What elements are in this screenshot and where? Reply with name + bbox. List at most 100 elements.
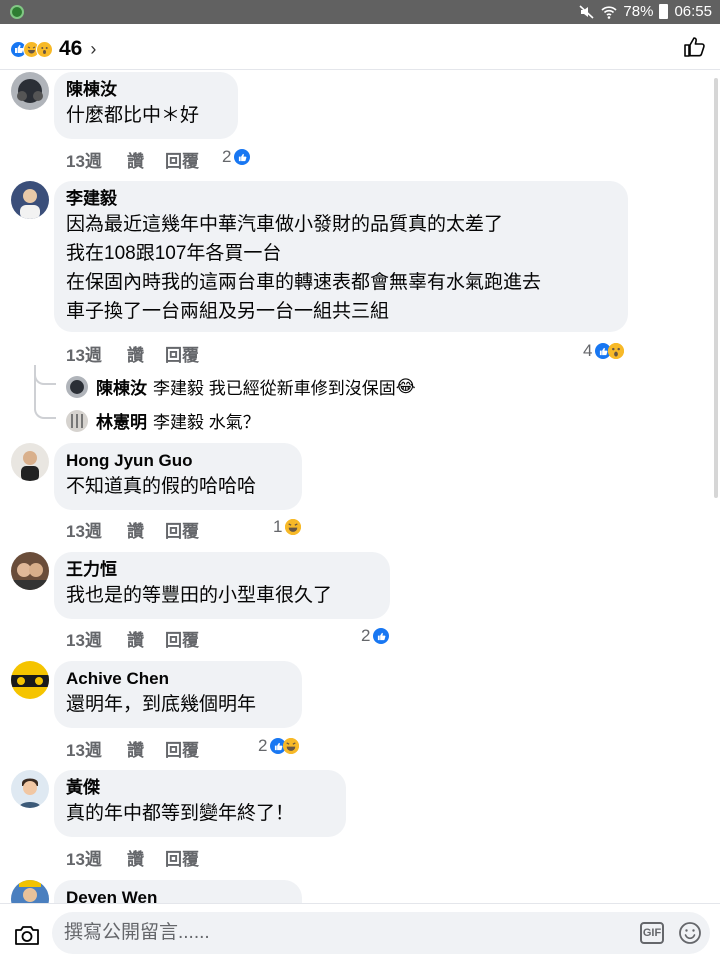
reply-author[interactable]: 林憲明 bbox=[96, 408, 147, 433]
comment-reaction-count[interactable]: 1 bbox=[273, 517, 302, 537]
reaction-number: 2 bbox=[222, 147, 232, 166]
comment-input-container: GIF bbox=[52, 912, 710, 954]
reaction-number: 4 bbox=[583, 341, 593, 360]
wow-reaction-icon bbox=[36, 40, 53, 58]
like-action[interactable]: 讚 bbox=[127, 845, 165, 870]
commenter-name[interactable]: 黃傑 bbox=[66, 777, 334, 799]
reply-text: 李建毅 我已經從新車修到沒保固 bbox=[153, 379, 396, 398]
comment-input[interactable] bbox=[64, 918, 624, 948]
comment-reaction-count[interactable]: 4 bbox=[583, 341, 625, 361]
comment-actions: 13週 讚 回覆 bbox=[66, 341, 199, 366]
reaction-summary[interactable]: 46 › bbox=[10, 37, 96, 61]
comment-bubble[interactable]: Hong Jyun Guo 不知道真的假的哈哈哈 bbox=[54, 443, 302, 510]
like-reaction-icon bbox=[234, 149, 251, 165]
reply-action[interactable]: 回覆 bbox=[165, 147, 199, 172]
comment-text: 因為最近這幾年中華汽車做小發財的品質真的太差了 bbox=[66, 214, 504, 235]
wifi-icon bbox=[601, 5, 617, 19]
avatar[interactable] bbox=[11, 661, 49, 699]
reply-text: 李建毅 水氣？ bbox=[153, 413, 260, 432]
comment-actions: 13週 讚 回覆 bbox=[66, 147, 199, 172]
comment: Deven Wen bbox=[0, 880, 720, 903]
avatar[interactable] bbox=[11, 880, 49, 903]
comment-time: 13週 bbox=[66, 631, 102, 650]
avatar[interactable] bbox=[11, 72, 49, 110]
reply-action[interactable]: 回覆 bbox=[165, 736, 199, 761]
comment-reaction-count[interactable]: 2 bbox=[258, 736, 300, 756]
battery-percent: 78% bbox=[623, 3, 654, 20]
commenter-name[interactable]: 陳棟汝 bbox=[66, 79, 226, 101]
chevron-right-icon: › bbox=[90, 38, 97, 59]
thread-connector bbox=[34, 407, 56, 419]
reaction-number: 1 bbox=[273, 517, 283, 536]
reply-author[interactable]: 陳棟汝 bbox=[96, 374, 147, 399]
comment-time: 13週 bbox=[66, 152, 102, 171]
avatar[interactable] bbox=[66, 375, 88, 398]
reaction-count: 46 bbox=[59, 37, 83, 60]
like-action[interactable]: 讚 bbox=[127, 147, 165, 172]
camera-icon[interactable] bbox=[14, 924, 40, 946]
reactions-header: 46 › bbox=[0, 24, 720, 70]
clock: 06:55 bbox=[674, 3, 712, 20]
avatar[interactable] bbox=[11, 443, 49, 481]
avatar[interactable] bbox=[11, 552, 49, 590]
comment-time: 13週 bbox=[66, 346, 102, 365]
comment-reaction-count[interactable]: 2 bbox=[222, 147, 251, 167]
like-button[interactable] bbox=[682, 34, 708, 60]
comment-actions: 13週 讚 回覆 bbox=[66, 736, 199, 761]
reaction-number: 2 bbox=[361, 626, 371, 645]
commenter-name[interactable]: Achive Chen bbox=[66, 668, 290, 690]
gif-button[interactable]: GIF bbox=[640, 922, 664, 944]
commenter-name[interactable]: Deven Wen bbox=[66, 887, 290, 903]
reaction-number: 2 bbox=[258, 736, 268, 755]
comment-actions: 13週 讚 回覆 bbox=[66, 517, 199, 542]
haha-reaction-icon bbox=[285, 519, 302, 535]
comment-text: 還明年，到底幾個明年 bbox=[66, 694, 257, 715]
comment-text: 我在108跟107年各買一台 bbox=[66, 243, 282, 264]
comment-bubble[interactable]: Deven Wen bbox=[54, 880, 302, 903]
emoji-smiley-icon[interactable] bbox=[678, 921, 702, 945]
mute-icon bbox=[579, 4, 594, 19]
status-bar: 78% 06:55 bbox=[0, 0, 720, 24]
comment-actions: 13週 讚 回覆 bbox=[66, 845, 199, 870]
app-notification-icon bbox=[10, 5, 24, 19]
comment-bubble[interactable]: Achive Chen 還明年，到底幾個明年 bbox=[54, 661, 302, 728]
comment-bubble[interactable]: 王力恒 我也是的等豐田的小型車很久了 bbox=[54, 552, 390, 619]
avatar[interactable] bbox=[11, 181, 49, 219]
reply-item[interactable]: 陳棟汝 李建毅 我已經從新車修到沒保固 😂 bbox=[66, 374, 416, 399]
like-action[interactable]: 讚 bbox=[127, 626, 165, 651]
reply-action[interactable]: 回覆 bbox=[165, 517, 199, 542]
comment-text: 車子換了一台兩組及另一台一組共三組 bbox=[66, 301, 390, 322]
comment-text: 真的年中都等到變年終了！ bbox=[66, 803, 295, 824]
like-action[interactable]: 讚 bbox=[127, 736, 165, 761]
like-reaction-icon bbox=[373, 628, 390, 644]
comment-text: 在保固內時我的這兩台車的轉速表都會無辜有水氣跑進去 bbox=[66, 272, 542, 293]
comment-text: 我也是的等豐田的小型車很久了 bbox=[66, 585, 333, 606]
comment-text: 不知道真的假的哈哈哈 bbox=[66, 476, 257, 497]
thread-line bbox=[34, 365, 36, 410]
wow-reaction-icon bbox=[608, 343, 625, 359]
avatar[interactable] bbox=[11, 770, 49, 808]
comment-time: 13週 bbox=[66, 850, 102, 869]
like-action[interactable]: 讚 bbox=[127, 517, 165, 542]
haha-reaction-icon bbox=[283, 738, 300, 754]
reply-action[interactable]: 回覆 bbox=[165, 626, 199, 651]
like-action[interactable]: 讚 bbox=[127, 341, 165, 366]
commenter-name[interactable]: 王力恒 bbox=[66, 559, 378, 581]
comment-reaction-count[interactable]: 2 bbox=[361, 626, 390, 646]
reply-item[interactable]: 林憲明 李建毅 水氣？ bbox=[66, 408, 260, 433]
tears-of-joy-emoji-icon: 😂 bbox=[395, 376, 416, 396]
commenter-name[interactable]: 李建毅 bbox=[66, 188, 616, 210]
scrollbar[interactable] bbox=[714, 78, 718, 498]
reply-action[interactable]: 回覆 bbox=[165, 845, 199, 870]
avatar[interactable] bbox=[66, 409, 88, 432]
comment-text: 什麼都比中＊好 bbox=[66, 105, 200, 126]
comment-bubble[interactable]: 黃傑 真的年中都等到變年終了！ bbox=[54, 770, 346, 837]
commenter-name[interactable]: Hong Jyun Guo bbox=[66, 450, 290, 472]
comment-composer: GIF bbox=[0, 903, 720, 960]
comment-bubble[interactable]: 李建毅 因為最近這幾年中華汽車做小發財的品質真的太差了 我在108跟107年各買… bbox=[54, 181, 628, 332]
reply-action[interactable]: 回覆 bbox=[165, 341, 199, 366]
battery-icon bbox=[659, 4, 669, 19]
comment-bubble[interactable]: 陳棟汝 什麼都比中＊好 bbox=[54, 72, 238, 139]
comment-actions: 13週 讚 回覆 bbox=[66, 626, 199, 651]
thread-connector bbox=[34, 373, 56, 385]
